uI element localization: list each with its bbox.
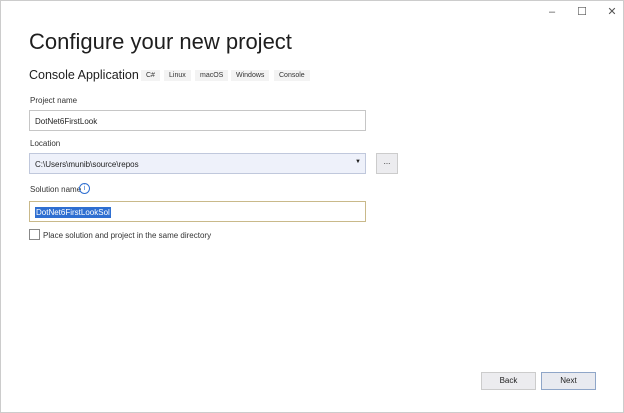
template-name: Console Application bbox=[29, 68, 139, 82]
page-title: Configure your new project bbox=[29, 29, 292, 54]
tag-linux: Linux bbox=[164, 70, 191, 81]
back-button[interactable]: Back bbox=[481, 372, 536, 390]
tag-language: C# bbox=[141, 70, 160, 81]
location-value: C:\Users\munib\source\repos bbox=[35, 160, 139, 169]
solution-name-value: DotNet6FirstLookSol bbox=[35, 207, 111, 218]
location-dropdown[interactable]: C:\Users\munib\source\repos ▼ bbox=[29, 153, 366, 174]
chevron-down-icon: ▼ bbox=[355, 159, 361, 165]
solution-name-input[interactable]: DotNet6FirstLookSol bbox=[29, 201, 366, 222]
maximize-button[interactable]: ☐ bbox=[575, 5, 589, 19]
tag-macos: macOS bbox=[195, 70, 229, 81]
minimize-button[interactable]: – bbox=[545, 5, 559, 19]
same-directory-checkbox[interactable] bbox=[29, 229, 40, 240]
tag-console: Console bbox=[274, 70, 310, 81]
browse-button[interactable]: ... bbox=[376, 153, 398, 174]
solution-name-label: Solution name bbox=[30, 185, 82, 194]
same-directory-label: Place solution and project in the same d… bbox=[43, 231, 212, 240]
info-icon[interactable]: i bbox=[79, 183, 90, 194]
close-button[interactable]: ✕ bbox=[605, 5, 619, 19]
project-name-label: Project name bbox=[30, 96, 78, 105]
project-name-input[interactable]: DotNet6FirstLook bbox=[29, 110, 366, 131]
location-label: Location bbox=[30, 139, 61, 148]
tag-windows: Windows bbox=[231, 70, 270, 81]
next-button[interactable]: Next bbox=[541, 372, 596, 390]
